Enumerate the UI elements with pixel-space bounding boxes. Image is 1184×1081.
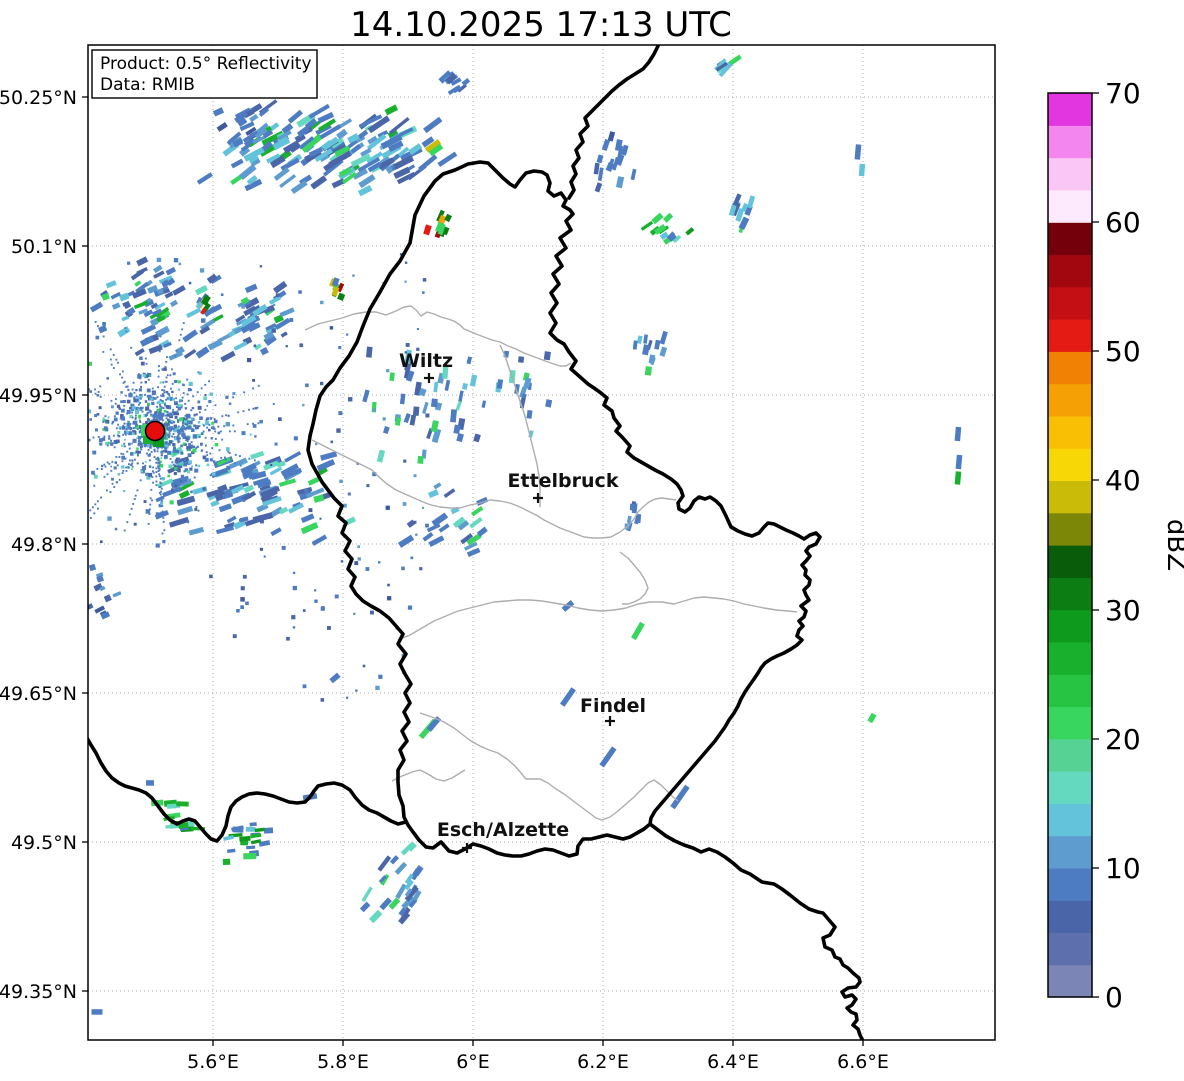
info-data-line: Data: RMIB <box>100 75 195 95</box>
svg-text:49.35°N: 49.35°N <box>0 981 77 1003</box>
plot-frame <box>87 44 996 1041</box>
svg-text:Findel: Findel <box>580 695 646 717</box>
svg-text:5.6°E: 5.6°E <box>187 1051 239 1073</box>
radar-site-marker <box>144 420 166 442</box>
svg-text:49.95°N: 49.95°N <box>0 385 77 407</box>
svg-text:50: 50 <box>1105 335 1141 368</box>
info-product-line: Product: 0.5° Reflectivity <box>100 54 312 74</box>
svg-text:49.65°N: 49.65°N <box>0 683 77 705</box>
radar-map-svg: Wiltz Ettelbruck Findel Esch/Alzette 5.6… <box>0 5 1184 1073</box>
svg-text:5.8°E: 5.8°E <box>317 1051 369 1073</box>
axis-ticks-labels: 5.6°E 5.8°E 6°E 6.2°E 6.4°E 6.6°E 50.25°N 50.1°… <box>0 87 889 1073</box>
svg-text:Ettelbruck: Ettelbruck <box>508 470 619 492</box>
svg-text:20: 20 <box>1105 723 1141 756</box>
svg-text:10: 10 <box>1105 852 1141 885</box>
city-marker: Findel <box>580 695 646 726</box>
svg-text:49.8°N: 49.8°N <box>11 534 77 556</box>
svg-text:50.1°N: 50.1°N <box>11 236 77 258</box>
plot-area <box>88 45 995 1040</box>
svg-text:6.4°E: 6.4°E <box>707 1051 759 1073</box>
svg-text:6°E: 6°E <box>456 1051 490 1073</box>
svg-text:49.5°N: 49.5°N <box>11 832 77 854</box>
svg-text:0: 0 <box>1105 981 1123 1014</box>
radar-echoes <box>88 54 963 1015</box>
svg-text:50.25°N: 50.25°N <box>0 87 77 109</box>
svg-text:6.2°E: 6.2°E <box>577 1051 629 1073</box>
colorbar-unit-label: dBZ <box>1161 519 1184 571</box>
gridlines <box>88 45 995 1040</box>
map-layers: Wiltz Ettelbruck Findel Esch/Alzette 5.6… <box>0 44 1141 1073</box>
plot-title: 14.10.2025 17:13 UTC <box>350 5 732 45</box>
svg-text:70: 70 <box>1105 77 1141 110</box>
svg-text:6.6°E: 6.6°E <box>837 1051 889 1073</box>
svg-text:40: 40 <box>1105 464 1141 497</box>
svg-text:Esch/Alzette: Esch/Alzette <box>437 819 569 841</box>
city-marker: Ettelbruck <box>508 470 619 503</box>
svg-text:60: 60 <box>1105 206 1141 239</box>
radar-figure: Wiltz Ettelbruck Findel Esch/Alzette 5.6… <box>0 0 1184 1081</box>
info-box: Product: 0.5° Reflectivity Data: RMIB <box>91 49 318 99</box>
colorbar: 70 60 50 40 30 20 10 0 <box>1047 77 1141 1014</box>
svg-text:Wiltz: Wiltz <box>399 350 453 372</box>
svg-text:30: 30 <box>1105 594 1141 627</box>
